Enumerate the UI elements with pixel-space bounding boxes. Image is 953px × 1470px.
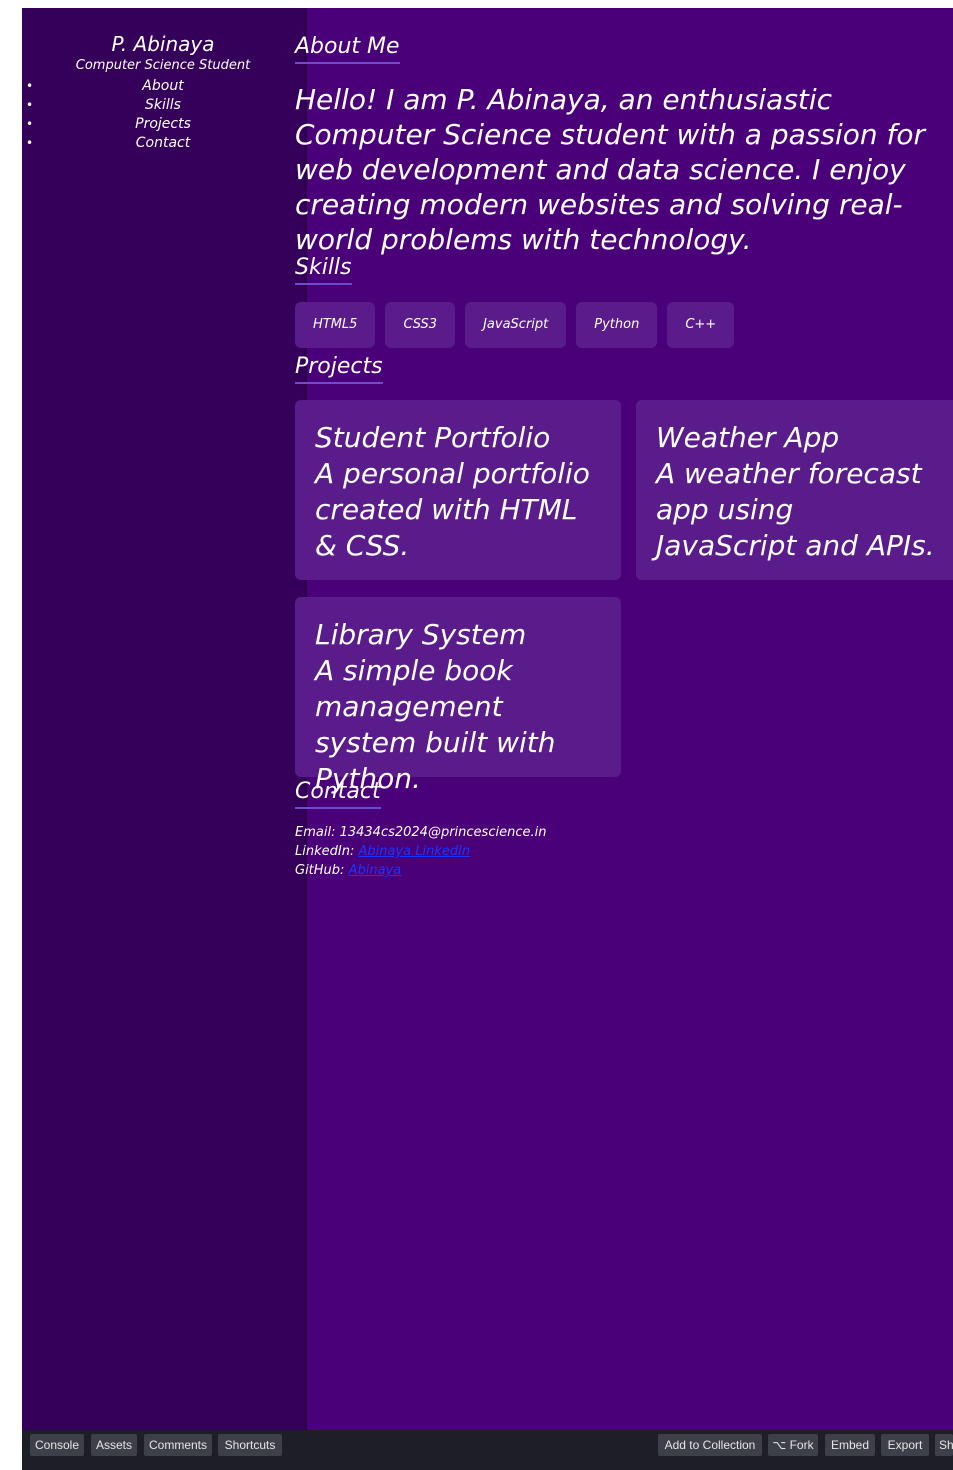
skill-tag: HTML5 (295, 302, 376, 348)
console-button[interactable]: Console (30, 1434, 84, 1456)
project-title: Student Portfolio (315, 421, 551, 454)
contact-title: Contact (295, 779, 381, 809)
contact-email-row: Email: 13434cs2024@princescience.in (295, 823, 546, 842)
embed-button[interactable]: Embed (825, 1434, 875, 1456)
project-card: Weather App A weather forecast app using… (636, 400, 953, 580)
contact-info: Email: 13434cs2024@princescience.in Link… (295, 823, 546, 880)
editor-toolbar: Console Assets Comments Shortcuts Add to… (22, 1430, 953, 1470)
linkedin-label: LinkedIn: (295, 844, 355, 859)
share-button[interactable]: Share (935, 1434, 953, 1456)
contact-linkedin-row: LinkedIn: Abinaya LinkedIn (295, 842, 546, 861)
skills-title: Skills (295, 255, 352, 285)
nav-item-contact[interactable]: Contact (22, 134, 304, 153)
skills-list: HTML5 CSS3 JavaScript Python C++ (295, 302, 735, 348)
fork-button[interactable]: ⌥ Fork (768, 1434, 818, 1456)
project-card: Student Portfolio A personal portfolio c… (295, 400, 621, 580)
projects-title: Projects (295, 354, 383, 384)
add-to-collection-button[interactable]: Add to Collection (658, 1434, 762, 1456)
skill-tag: JavaScript (465, 302, 567, 348)
about-title: About Me (295, 34, 400, 64)
skill-tag: CSS3 (385, 302, 456, 348)
skill-tag: C++ (667, 302, 735, 348)
sidebar-subtitle: Computer Science Student (75, 58, 251, 73)
nav-item-skills[interactable]: Skills (22, 96, 304, 115)
skill-tag: Python (576, 302, 658, 348)
nav-item-about[interactable]: About (22, 77, 304, 96)
contact-github-row: GitHub: Abinaya (295, 861, 546, 880)
sidebar: P. Abinaya Computer Science Student Abou… (22, 8, 304, 1430)
email-value: 13434cs2024@princescience.in (339, 825, 547, 840)
about-text: Hello! I am P. Abinaya, an enthusiastic … (295, 83, 925, 256)
project-title: Weather App (656, 421, 840, 454)
github-link[interactable]: Abinaya (349, 863, 402, 878)
export-button[interactable]: Export (881, 1434, 929, 1456)
linkedin-link[interactable]: Abinaya LinkedIn (358, 844, 470, 859)
page-preview: P. Abinaya Computer Science Student Abou… (22, 8, 953, 1430)
nav-item-projects[interactable]: Projects (22, 115, 304, 134)
project-title: Library System (315, 618, 527, 651)
sidebar-nav: About Skills Projects Contact (22, 77, 304, 153)
email-label: Email: (295, 825, 336, 840)
project-desc: A personal portfolio created with HTML &… (315, 457, 590, 562)
github-label: GitHub: (295, 863, 345, 878)
shortcuts-button[interactable]: Shortcuts (218, 1434, 282, 1456)
assets-button[interactable]: Assets (91, 1434, 137, 1456)
project-desc: A simple book management system built wi… (315, 654, 556, 795)
comments-button[interactable]: Comments (144, 1434, 212, 1456)
project-card: Library System A simple book management … (295, 597, 621, 795)
sidebar-name: P. Abinaya (111, 32, 215, 56)
project-desc: A weather forecast app using JavaScript … (656, 457, 935, 562)
